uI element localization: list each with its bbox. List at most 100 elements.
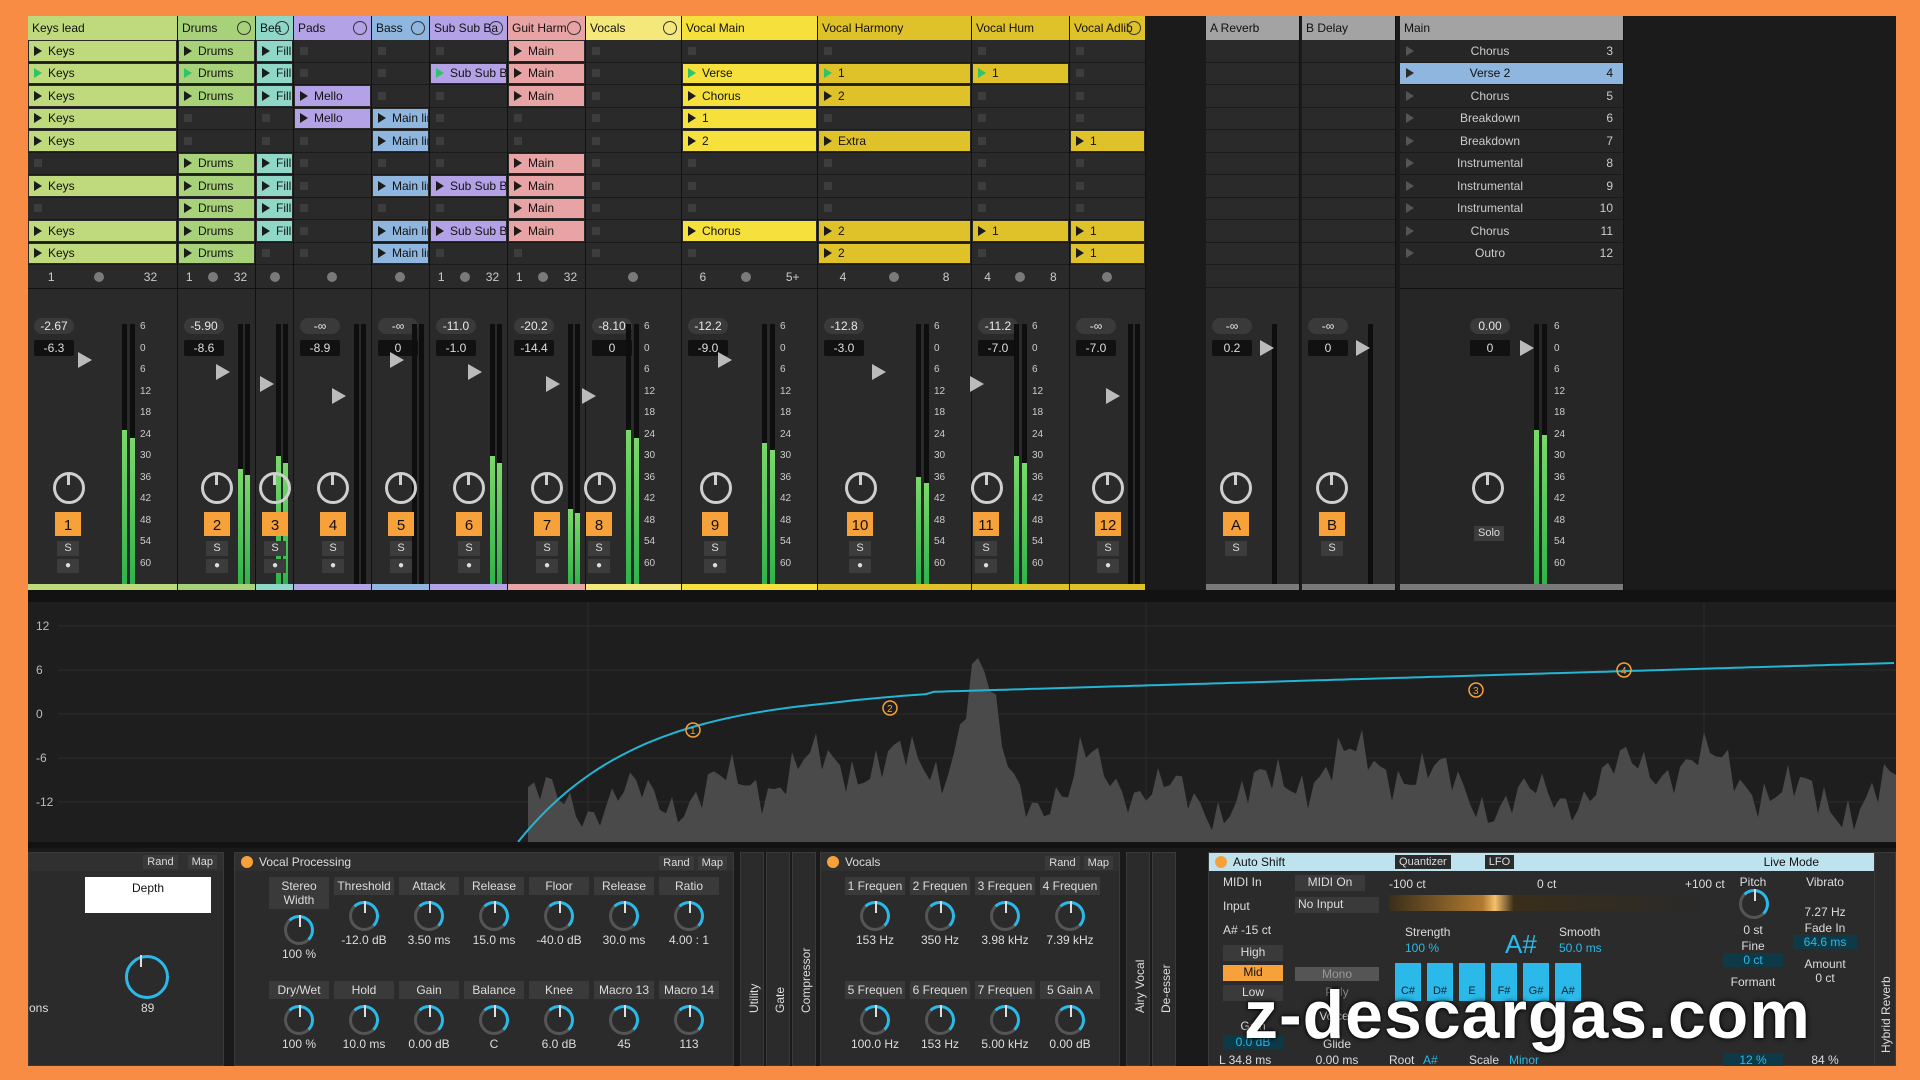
fold-icon[interactable] bbox=[567, 21, 581, 35]
clip[interactable]: 2 bbox=[819, 221, 970, 241]
clip-slot[interactable] bbox=[818, 108, 971, 130]
macro-control[interactable]: Macro 14 113 bbox=[659, 981, 719, 1066]
clip-slot[interactable]: Fills bbox=[256, 40, 293, 63]
play-icon[interactable] bbox=[34, 135, 42, 146]
stop-icon[interactable] bbox=[1076, 181, 1084, 190]
fader-handle[interactable] bbox=[970, 376, 984, 392]
eq-control[interactable]: 3 Frequen 3.98 kHz bbox=[975, 877, 1035, 973]
track-number-button[interactable]: 1 bbox=[55, 512, 81, 536]
pan-knob[interactable] bbox=[317, 472, 349, 504]
eq-control[interactable]: 7 Frequen 5.00 kHz bbox=[975, 981, 1035, 1066]
clip[interactable]: 2 bbox=[683, 131, 816, 151]
clip-slot[interactable] bbox=[372, 63, 429, 85]
play-icon[interactable] bbox=[436, 180, 444, 191]
solo-button[interactable]: S bbox=[536, 541, 558, 556]
play-icon[interactable] bbox=[688, 90, 696, 101]
track-header[interactable]: Main bbox=[1400, 16, 1623, 40]
clip-slot[interactable]: Fills bbox=[256, 198, 293, 220]
tab-quantizer[interactable]: Quantizer bbox=[1395, 855, 1451, 869]
fader-handle[interactable] bbox=[546, 376, 560, 392]
play-icon[interactable] bbox=[184, 225, 192, 236]
eq-graph[interactable]: 1260-6-121001k10k1234 bbox=[28, 602, 1896, 843]
play-icon[interactable] bbox=[514, 90, 522, 101]
stop-icon[interactable] bbox=[1076, 69, 1084, 78]
monitor-icon[interactable] bbox=[628, 271, 639, 282]
stop-icon[interactable] bbox=[378, 46, 386, 55]
scene-play-icon[interactable] bbox=[1406, 135, 1414, 146]
clip-slot[interactable]: 1 bbox=[972, 220, 1069, 243]
clip-slot[interactable] bbox=[818, 40, 971, 63]
play-icon[interactable] bbox=[34, 180, 42, 191]
play-icon[interactable] bbox=[262, 45, 270, 56]
clip-slot[interactable] bbox=[178, 130, 255, 153]
control-knob[interactable] bbox=[860, 1005, 890, 1035]
stop-icon[interactable] bbox=[300, 46, 308, 55]
clip-slot[interactable]: Fills bbox=[256, 85, 293, 108]
input-select[interactable]: No Input bbox=[1295, 897, 1379, 913]
clip-slot[interactable] bbox=[1070, 175, 1145, 198]
arm-icon[interactable]: ● bbox=[588, 559, 610, 573]
scene-slot[interactable]: Outro 12 bbox=[1400, 243, 1623, 265]
clip[interactable]: Drums bbox=[179, 63, 254, 83]
control-knob[interactable] bbox=[609, 901, 639, 931]
play-icon[interactable] bbox=[514, 158, 522, 169]
play-icon[interactable] bbox=[688, 68, 696, 79]
track-number-button[interactable]: 8 bbox=[586, 512, 612, 536]
stop-icon[interactable] bbox=[378, 204, 386, 213]
control-knob[interactable] bbox=[609, 1005, 639, 1035]
stop-icon[interactable] bbox=[824, 181, 832, 190]
pan-knob[interactable] bbox=[53, 472, 85, 504]
play-icon[interactable] bbox=[184, 248, 192, 259]
fader-handle[interactable] bbox=[1106, 388, 1120, 404]
live-mode-toggle[interactable]: Live Mode bbox=[1764, 855, 1819, 869]
volume-field[interactable]: -5.90 bbox=[184, 318, 224, 334]
fold-icon[interactable] bbox=[353, 21, 367, 35]
clip-slot[interactable] bbox=[508, 243, 585, 265]
track-header[interactable]: Keys lead bbox=[28, 16, 177, 40]
stop-icon[interactable] bbox=[184, 114, 192, 123]
clip-slot[interactable] bbox=[1070, 40, 1145, 63]
play-icon[interactable] bbox=[300, 113, 308, 124]
eq-control[interactable]: 4 Frequen 7.39 kHz bbox=[1040, 877, 1100, 973]
scene-play-icon[interactable] bbox=[1406, 113, 1414, 124]
clip-slot[interactable] bbox=[818, 198, 971, 220]
clip-slot[interactable]: Main bbox=[508, 220, 585, 243]
clip-slot[interactable] bbox=[294, 243, 371, 265]
clip-slot[interactable]: Drums bbox=[178, 40, 255, 63]
monitor-icon[interactable] bbox=[1102, 271, 1113, 282]
stop-icon[interactable] bbox=[184, 136, 192, 145]
arm-icon[interactable]: ● bbox=[322, 559, 344, 573]
depth-knob[interactable] bbox=[125, 955, 169, 999]
solo-button[interactable]: Solo bbox=[1474, 526, 1504, 541]
pan-knob[interactable] bbox=[1316, 472, 1348, 504]
stop-icon[interactable] bbox=[300, 181, 308, 190]
volume-field[interactable]: -∞ bbox=[1076, 318, 1116, 334]
stop-icon[interactable] bbox=[436, 114, 444, 123]
play-icon[interactable] bbox=[378, 113, 386, 124]
clip[interactable]: Main bbox=[509, 63, 584, 83]
clip-slot[interactable] bbox=[294, 153, 371, 175]
solo-button[interactable]: S bbox=[1225, 541, 1247, 556]
clip[interactable]: Keys bbox=[29, 86, 176, 106]
track-number-button[interactable]: B bbox=[1319, 512, 1345, 536]
track-header[interactable]: A Reverb bbox=[1206, 16, 1299, 40]
fader-handle[interactable] bbox=[468, 364, 482, 380]
scene-play-icon[interactable] bbox=[1406, 203, 1414, 214]
solo-button[interactable]: S bbox=[975, 541, 997, 556]
stop-icon[interactable] bbox=[592, 69, 600, 78]
control-knob[interactable] bbox=[414, 901, 444, 931]
monitor-icon[interactable] bbox=[395, 271, 406, 282]
fader-handle[interactable] bbox=[332, 388, 346, 404]
play-icon[interactable] bbox=[378, 248, 386, 259]
fader-handle[interactable] bbox=[390, 352, 404, 368]
eq-control[interactable]: 1 Frequen 153 Hz bbox=[845, 877, 905, 973]
clip-slot[interactable] bbox=[972, 130, 1069, 153]
clip-slot[interactable] bbox=[372, 153, 429, 175]
pan-knob[interactable] bbox=[845, 472, 877, 504]
fader-handle[interactable] bbox=[1520, 340, 1534, 356]
volume-field[interactable]: -11.0 bbox=[436, 318, 476, 334]
clip-slot[interactable] bbox=[586, 108, 681, 130]
clip-slot[interactable]: Drums bbox=[178, 175, 255, 198]
clip-slot[interactable]: Keys bbox=[28, 243, 177, 265]
clip[interactable]: Drums bbox=[179, 176, 254, 196]
